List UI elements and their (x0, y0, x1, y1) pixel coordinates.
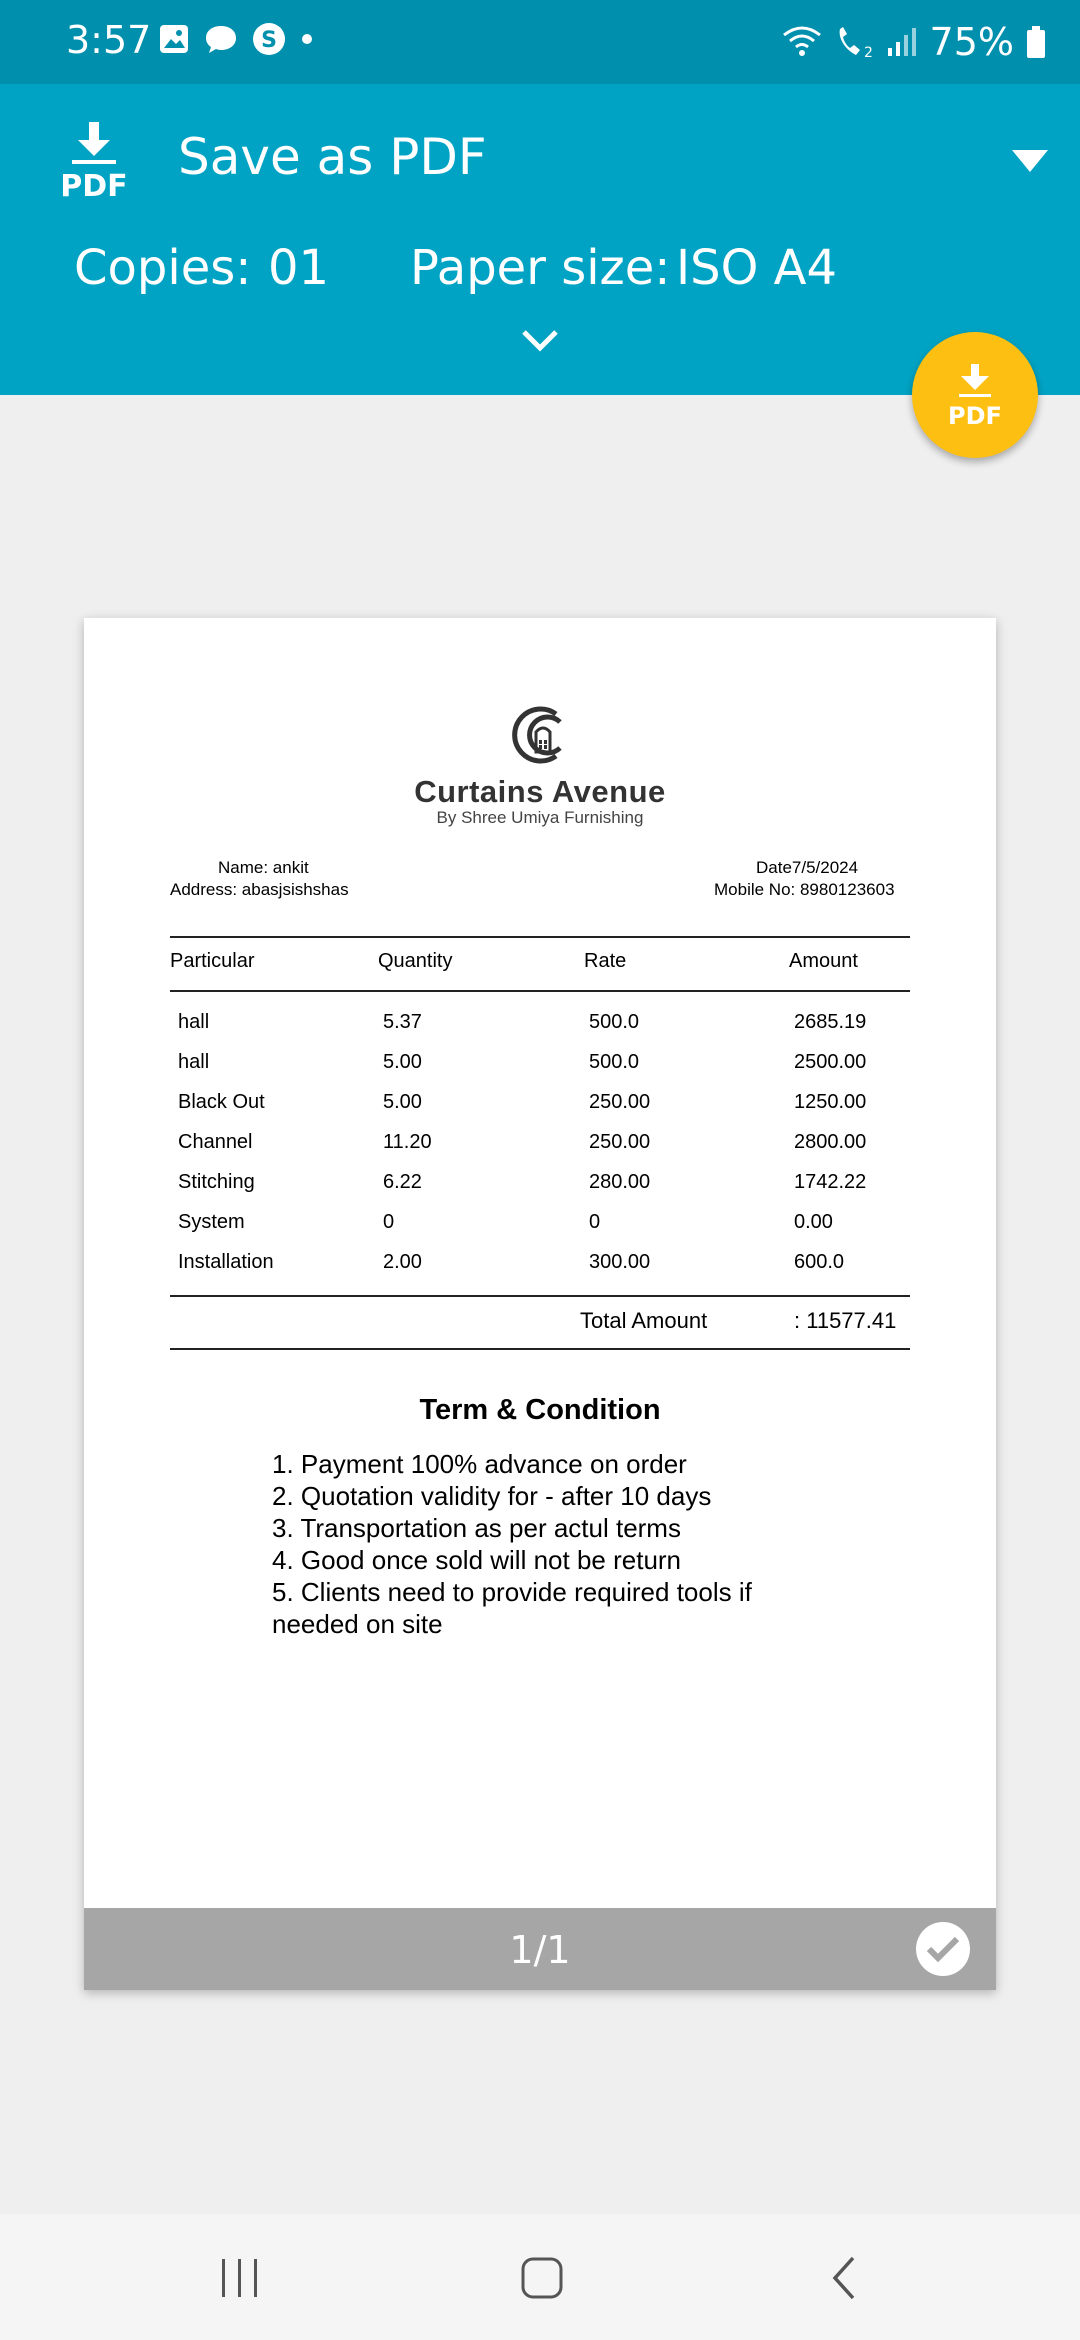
chevron-down-icon[interactable] (520, 328, 560, 354)
paper-size-value[interactable]: ISO A4 (676, 240, 837, 296)
printer-select-title[interactable]: Save as PDF (178, 128, 487, 186)
battery-percentage: 75% (929, 20, 1014, 64)
table-header-rule (170, 990, 910, 992)
customer-address: Address: abasjsishshas (170, 880, 349, 899)
page-select-checkbox[interactable] (916, 1922, 970, 1976)
notification-icons: S (158, 22, 314, 56)
row-6-particular: System (178, 1211, 245, 1233)
svg-text:2: 2 (864, 45, 873, 59)
pdf-icon-label: PDF (60, 169, 127, 200)
term-item: 1. Payment 100% advance on order (272, 1449, 687, 1479)
skype-icon: S (253, 23, 285, 55)
term-item: 2. Quotation validity for - after 10 day… (272, 1481, 712, 1511)
back-button[interactable] (814, 2250, 874, 2306)
row-1-particular: hall (178, 1011, 210, 1033)
header-quantity: Quantity (378, 950, 453, 972)
row-2-quantity: 5.00 (383, 1051, 422, 1073)
copies-value[interactable]: 01 (268, 240, 329, 296)
term-item: 4. Good once sold will not be return (272, 1545, 682, 1575)
wifi-icon (782, 26, 821, 56)
back-icon (832, 2256, 855, 2300)
print-header: PDF Save as PDF Copies: 01 Paper size: I… (0, 84, 1080, 395)
row-4-quantity: 11.20 (383, 1131, 432, 1153)
home-button[interactable] (512, 2250, 572, 2306)
signal-icon (887, 28, 916, 56)
copies-label: Copies: (74, 240, 252, 296)
recent-apps-icon (222, 2259, 257, 2297)
recent-apps-button[interactable] (210, 2250, 270, 2306)
status-time: 3:57 (66, 18, 152, 62)
row-3-rate: 250.00 (589, 1091, 651, 1113)
row-1-amount: 2685.19 (794, 1011, 867, 1033)
status-bar: 3:57 S 2 75% (0, 0, 1080, 84)
total-rule (170, 1348, 910, 1350)
row-3-amount: 1250.00 (794, 1091, 867, 1113)
row-5-rate: 280.00 (589, 1171, 651, 1193)
row-4-amount: 2800.00 (794, 1131, 867, 1153)
row-5-particular: Stitching (178, 1171, 255, 1193)
printer-dropdown-icon[interactable] (1012, 150, 1048, 172)
row-3-quantity: 5.00 (383, 1091, 422, 1113)
row-2-amount: 2500.00 (794, 1051, 867, 1073)
company-name: Curtains Avenue (414, 774, 666, 809)
table-bottom-rule (170, 1295, 910, 1297)
terms-title: Term & Condition (419, 1394, 661, 1426)
gallery-icon (160, 25, 188, 53)
mobile-number: Mobile No: 8980123603 (714, 880, 895, 899)
wifi-calling-icon: 2 (839, 27, 873, 59)
total-amount-value: : 11577.41 (794, 1308, 897, 1333)
page-preview[interactable]: Curtains Avenue By Shree Umiya Furnishin… (84, 618, 996, 1990)
svg-text:S: S (261, 28, 277, 53)
header-amount: Amount (789, 950, 858, 972)
header-rate: Rate (584, 950, 627, 972)
system-status-icons: 2 75% (782, 20, 1046, 64)
check-icon (926, 1936, 960, 1963)
chat-icon (206, 26, 236, 53)
row-2-particular: hall (178, 1051, 210, 1073)
row-1-rate: 500.0 (589, 1011, 640, 1033)
pdf-download-icon: PDF (60, 122, 128, 200)
system-navigation-bar (0, 2214, 1080, 2340)
curtains-avenue-logo (512, 706, 562, 764)
row-7-rate: 300.00 (589, 1251, 651, 1273)
row-3-particular: Black Out (178, 1091, 265, 1113)
save-pdf-button[interactable]: PDF (912, 332, 1038, 458)
page-count: 1/1 (509, 1928, 571, 1972)
row-1-quantity: 5.37 (383, 1011, 422, 1033)
term-item: 3. Transportation as per actul terms (272, 1513, 681, 1543)
row-7-amount: 600.0 (794, 1251, 845, 1273)
dot-icon (302, 34, 312, 44)
row-7-particular: Installation (178, 1251, 274, 1273)
row-4-particular: Channel (178, 1131, 253, 1153)
total-amount-label: Total Amount (580, 1308, 708, 1333)
row-4-rate: 250.00 (589, 1131, 651, 1153)
pdf-download-icon: PDF (948, 364, 1002, 428)
row-5-quantity: 6.22 (383, 1171, 422, 1193)
terms-list: 1. Payment 100% advance on order 2. Quot… (272, 1448, 832, 1640)
row-6-amount: 0.00 (794, 1211, 833, 1233)
row-6-quantity: 0 (383, 1211, 395, 1233)
row-5-amount: 1742.22 (794, 1171, 867, 1193)
row-6-rate: 0 (589, 1211, 601, 1233)
company-tagline: By Shree Umiya Furnishing (436, 808, 644, 827)
row-2-rate: 500.0 (589, 1051, 640, 1073)
term-item: 5. Clients need to provide required tool… (272, 1577, 752, 1639)
home-icon (521, 2257, 563, 2299)
table-top-rule (170, 936, 910, 938)
header-particular: Particular (170, 950, 255, 972)
paper-size-label: Paper size: (410, 240, 671, 296)
document-date: Date7/5/2024 (756, 858, 859, 877)
page-footer: 1/1 (84, 1908, 996, 1990)
customer-name: Name: ankit (218, 858, 309, 877)
battery-icon (1027, 26, 1045, 58)
row-7-quantity: 2.00 (383, 1251, 422, 1273)
fab-label: PDF (948, 402, 1002, 428)
